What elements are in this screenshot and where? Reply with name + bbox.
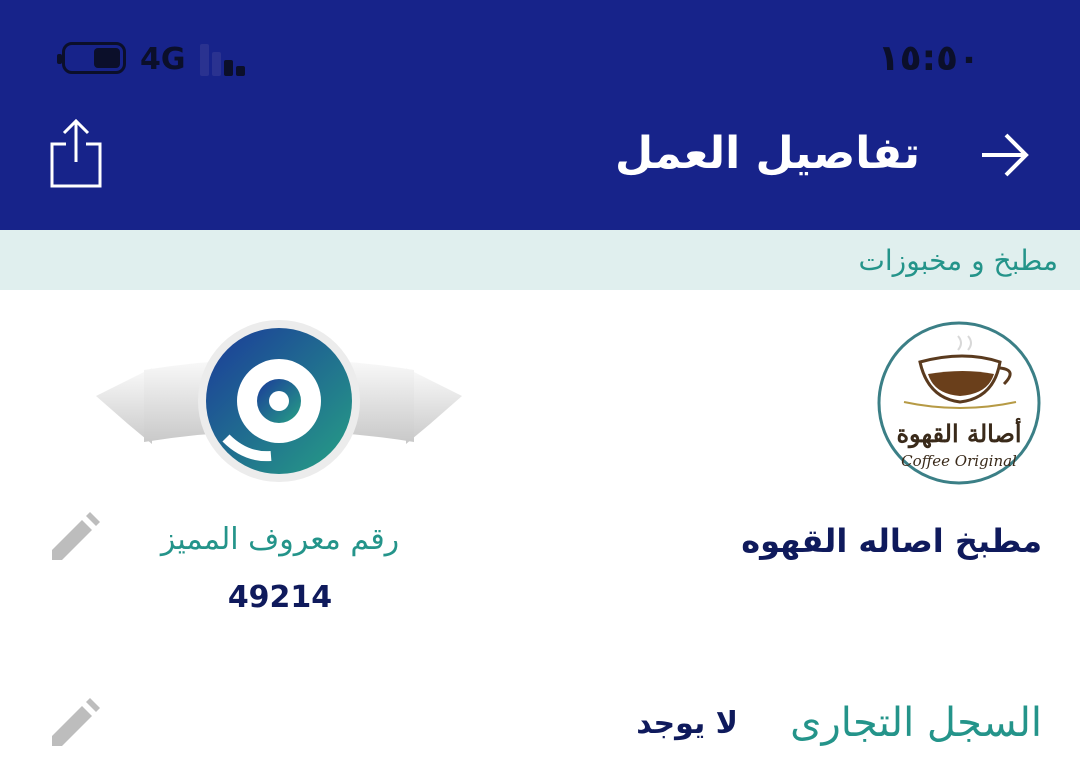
share-button[interactable] — [46, 118, 106, 190]
commercial-register-label: السجل التجارى — [790, 700, 1042, 746]
commercial-register-value: لا يوجد — [636, 706, 738, 741]
pencil-icon[interactable] — [46, 510, 102, 566]
category-bar: مطبخ و مخبوزات — [0, 230, 1080, 290]
maroof-number: 49214 — [227, 580, 333, 615]
cafe-logo-english: Coffee Original — [901, 452, 1017, 470]
back-button[interactable] — [978, 130, 1032, 180]
battery-icon — [57, 42, 126, 74]
network-type: 4G — [140, 42, 186, 77]
maroof-badge-icon — [96, 320, 462, 482]
share-icon — [50, 118, 102, 188]
pencil-icon[interactable] — [46, 696, 102, 752]
app-header: 4G ١٥:٥٠ تفاصيل العمل — [0, 0, 1080, 230]
page-title: تفاصيل العمل — [615, 128, 920, 179]
category-label: مطبخ و مخبوزات — [858, 244, 1058, 277]
arrow-right-icon — [982, 133, 1029, 177]
maroof-title: رقم معروف المميز — [160, 522, 400, 557]
cafe-logo-icon: أصالة القهوة Coffee Original — [877, 321, 1041, 485]
business-name: مطبخ اصاله القهوه — [741, 522, 1042, 560]
status-time: ١٥:٥٠ — [877, 38, 980, 79]
cafe-logo-arabic: أصالة القهوة — [896, 416, 1021, 449]
signal-icon — [200, 44, 250, 76]
